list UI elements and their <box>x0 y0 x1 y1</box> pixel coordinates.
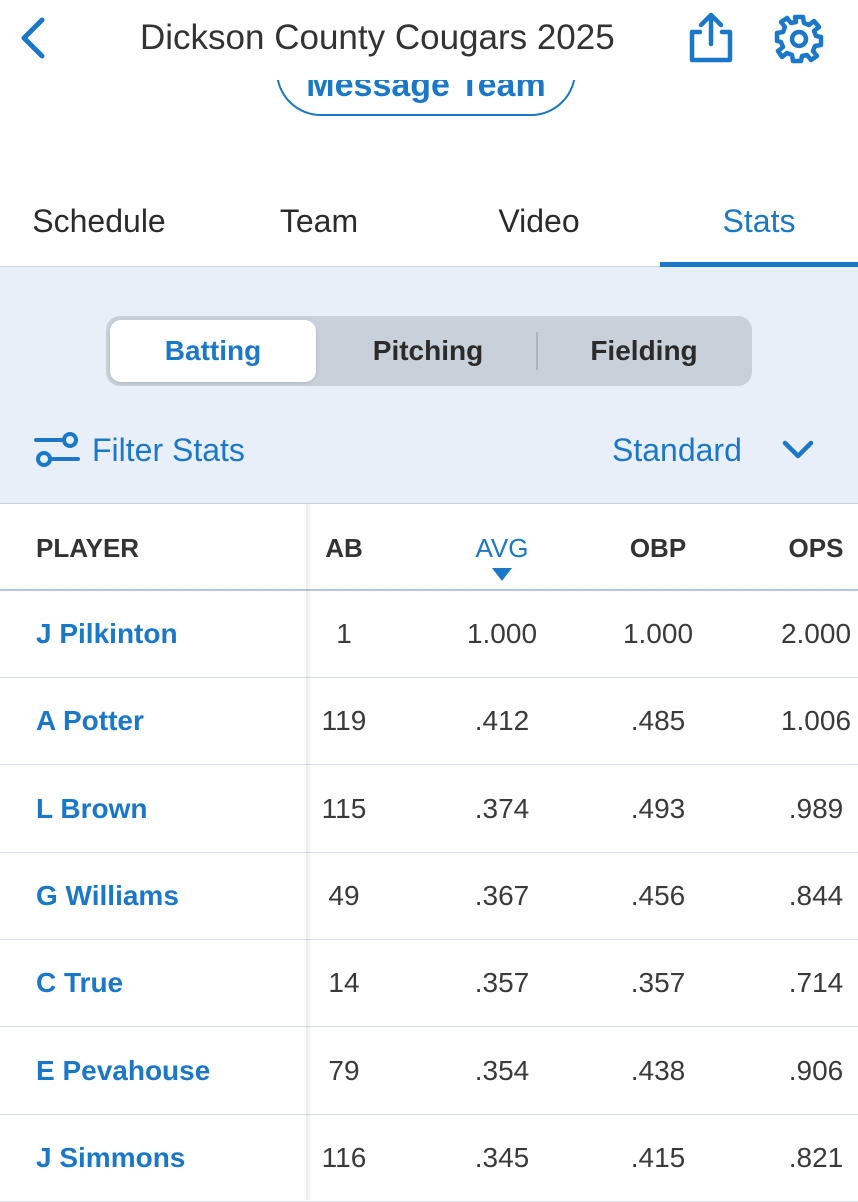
player-name[interactable]: J Pilkinton <box>36 591 178 677</box>
avg-value: .357 <box>474 967 530 999</box>
obp-value: .493 <box>630 792 686 824</box>
column-header-obp[interactable]: OBP <box>596 530 720 566</box>
column-header-player[interactable]: PLAYER <box>36 530 139 566</box>
ops-value: 2.000 <box>780 618 852 649</box>
avg-value: .367 <box>474 879 530 911</box>
avg-value: 1.000 <box>466 618 538 649</box>
ab-value: 116 <box>321 1141 367 1173</box>
table-row[interactable]: J Simmons 116 .345 .415 .821 <box>0 1115 858 1202</box>
obp-value: .485 <box>630 705 686 737</box>
ops-value: .714 <box>788 967 844 999</box>
obp-value: .357 <box>630 967 686 999</box>
ab-value: 1 <box>336 618 352 649</box>
settings-button[interactable] <box>772 12 826 66</box>
player-name[interactable]: A Potter <box>36 678 144 764</box>
ops-value: .821 <box>788 1141 844 1173</box>
table-row[interactable]: L Brown 115 .374 .493 .989 <box>0 766 858 853</box>
share-icon <box>689 12 733 63</box>
obp-value: .415 <box>630 1141 686 1173</box>
obp-value: 1.000 <box>622 618 694 649</box>
column-header-ab[interactable]: AB <box>300 530 388 566</box>
tab-schedule[interactable]: Schedule <box>0 196 198 246</box>
ab-value: 14 <box>328 967 360 999</box>
table-row[interactable]: C True 14 .357 .357 .714 <box>0 940 858 1028</box>
ab-value: 115 <box>321 792 367 824</box>
table-row[interactable]: J Pilkinton 1 1.000 1.000 2.000 <box>0 591 858 678</box>
back-button[interactable] <box>14 14 54 62</box>
avg-value: .412 <box>474 705 530 737</box>
player-name[interactable]: E Pevahouse <box>36 1028 210 1114</box>
header-mask <box>0 64 858 80</box>
gear-icon <box>774 14 824 64</box>
segment-fielding[interactable]: Fielding <box>540 320 748 382</box>
active-tab-indicator-overlay <box>660 262 858 267</box>
obp-value: .456 <box>630 879 686 911</box>
ab-value: 49 <box>328 879 360 911</box>
ab-value: 79 <box>328 1054 360 1086</box>
player-name[interactable]: L Brown <box>36 766 147 852</box>
frozen-column-shadow <box>306 504 312 1200</box>
player-name[interactable]: J Simmons <box>36 1115 185 1201</box>
table-row[interactable]: E Pevahouse 79 .354 .438 .906 <box>0 1028 858 1115</box>
filter-stats-button[interactable]: Filter Stats <box>92 428 245 472</box>
stats-view-select[interactable]: Standard <box>612 428 742 472</box>
sliders-icon[interactable] <box>34 432 80 468</box>
chevron-left-icon <box>21 17 45 59</box>
sort-descending-icon <box>492 568 512 581</box>
tab-video[interactable]: Video <box>440 196 638 246</box>
panel-divider <box>0 503 858 504</box>
avg-value: .345 <box>474 1141 530 1173</box>
chevron-down-icon[interactable] <box>780 436 816 464</box>
avg-value: .354 <box>474 1054 530 1086</box>
page-title: Dickson County Cougars 2025 <box>140 18 615 57</box>
ops-value: .844 <box>788 879 844 911</box>
tab-team[interactable]: Team <box>220 196 418 246</box>
column-header-ops[interactable]: OPS <box>746 530 858 566</box>
stat-type-segmented-control: Batting Pitching Fielding <box>106 316 752 386</box>
tab-stats[interactable]: Stats <box>660 196 858 246</box>
segment-batting[interactable]: Batting <box>110 320 316 382</box>
table-row[interactable]: A Potter 119 .412 .485 1.006 <box>0 678 858 766</box>
segment-pitching[interactable]: Pitching <box>324 320 532 382</box>
avg-value: .374 <box>474 792 530 824</box>
table-row[interactable]: G Williams 49 .367 .456 .844 <box>0 853 858 940</box>
column-header-avg[interactable]: AVG <box>440 530 564 566</box>
ops-value: .989 <box>788 792 844 824</box>
obp-value: .438 <box>630 1054 686 1086</box>
player-name[interactable]: G Williams <box>36 853 179 939</box>
ops-value: 1.006 <box>780 705 852 737</box>
segment-divider <box>536 332 538 370</box>
share-button[interactable] <box>684 10 738 66</box>
ab-value: 119 <box>321 705 367 737</box>
player-name[interactable]: C True <box>36 940 123 1026</box>
ops-value: .906 <box>788 1054 844 1086</box>
